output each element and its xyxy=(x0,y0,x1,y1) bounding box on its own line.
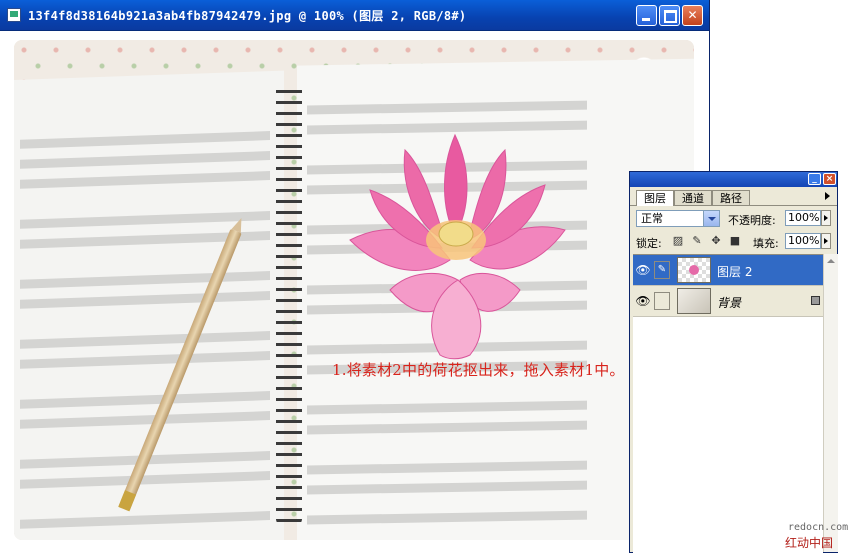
opacity-slider-arrow-icon[interactable] xyxy=(821,210,831,226)
layer-name: 图层 2 xyxy=(717,265,753,279)
layers-panel: _ × 图层 通道 路径 正常 不透明度: 100% 锁定: ▨ ✎ ✥ ■ 填… xyxy=(629,171,838,553)
fill-label: 填充: xyxy=(753,237,779,250)
lock-transparency-icon[interactable]: ▨ xyxy=(672,235,684,247)
document-window: 13f4f8d38164b921a3ab4fb87942479.jpg @ 10… xyxy=(0,0,710,553)
opacity-label: 不透明度: xyxy=(728,214,776,227)
blend-mode-select[interactable]: 正常 xyxy=(636,210,720,227)
minimize-button[interactable] xyxy=(636,5,657,26)
layer-list: 👁 ✎ 图层 2 👁 背景 xyxy=(633,254,823,553)
document-title-bar[interactable]: 13f4f8d38164b921a3ab4fb87942479.jpg @ 10… xyxy=(0,0,709,31)
tab-paths[interactable]: 路径 xyxy=(712,190,750,205)
lock-all-icon[interactable]: ■ xyxy=(729,235,741,247)
watermark-url: redocn.com xyxy=(788,522,848,533)
fill-slider-arrow-icon[interactable] xyxy=(821,233,831,249)
layer-row-layer2[interactable]: 👁 ✎ 图层 2 xyxy=(633,255,823,286)
notebook-spiral xyxy=(276,85,302,525)
tab-channels[interactable]: 通道 xyxy=(674,190,712,205)
panel-menu-arrow-icon[interactable] xyxy=(825,192,830,200)
maximize-button[interactable] xyxy=(659,5,680,26)
tutorial-caption: 1.将素材2中的荷花抠出来，拖入素材1中。 xyxy=(332,361,625,379)
eye-icon[interactable]: 👁 xyxy=(635,262,651,278)
blend-mode-value: 正常 xyxy=(641,212,663,225)
layer-thumbnail xyxy=(677,257,711,283)
canvas-image[interactable] xyxy=(14,40,694,540)
panel-minimize-button[interactable]: _ xyxy=(808,173,821,185)
lock-brush-icon[interactable]: ✎ xyxy=(691,235,703,247)
image-file-icon xyxy=(7,8,21,22)
panel-close-button[interactable]: × xyxy=(823,173,836,185)
scroll-up-icon[interactable] xyxy=(824,254,838,268)
brush-icon[interactable]: ✎ xyxy=(654,261,670,279)
layer-list-scrollbar[interactable] xyxy=(823,254,838,552)
document-title: 13f4f8d38164b921a3ab4fb87942479.jpg @ 10… xyxy=(28,9,467,23)
lock-move-icon[interactable]: ✥ xyxy=(710,235,722,247)
panel-tabs: 图层 通道 路径 xyxy=(630,188,837,206)
opacity-input[interactable]: 100% xyxy=(785,210,821,226)
eye-icon[interactable]: 👁 xyxy=(635,293,651,309)
lock-label: 锁定: xyxy=(636,237,662,250)
layer-row-background[interactable]: 👁 背景 xyxy=(633,286,823,317)
notebook-left-page xyxy=(14,70,284,540)
close-button[interactable] xyxy=(682,5,703,26)
lock-icon xyxy=(811,296,820,305)
lotus-flower-layer[interactable] xyxy=(330,130,585,360)
watermark-brand: 红动中国 xyxy=(785,536,834,550)
link-cell[interactable] xyxy=(654,292,670,310)
layer-name: 背景 xyxy=(717,296,742,310)
fill-input[interactable]: 100% xyxy=(785,233,821,249)
tab-layers[interactable]: 图层 xyxy=(636,190,674,206)
chevron-down-icon[interactable] xyxy=(703,211,719,226)
layers-panel-title-bar[interactable]: _ × xyxy=(630,172,837,187)
layer-thumbnail xyxy=(677,288,711,314)
